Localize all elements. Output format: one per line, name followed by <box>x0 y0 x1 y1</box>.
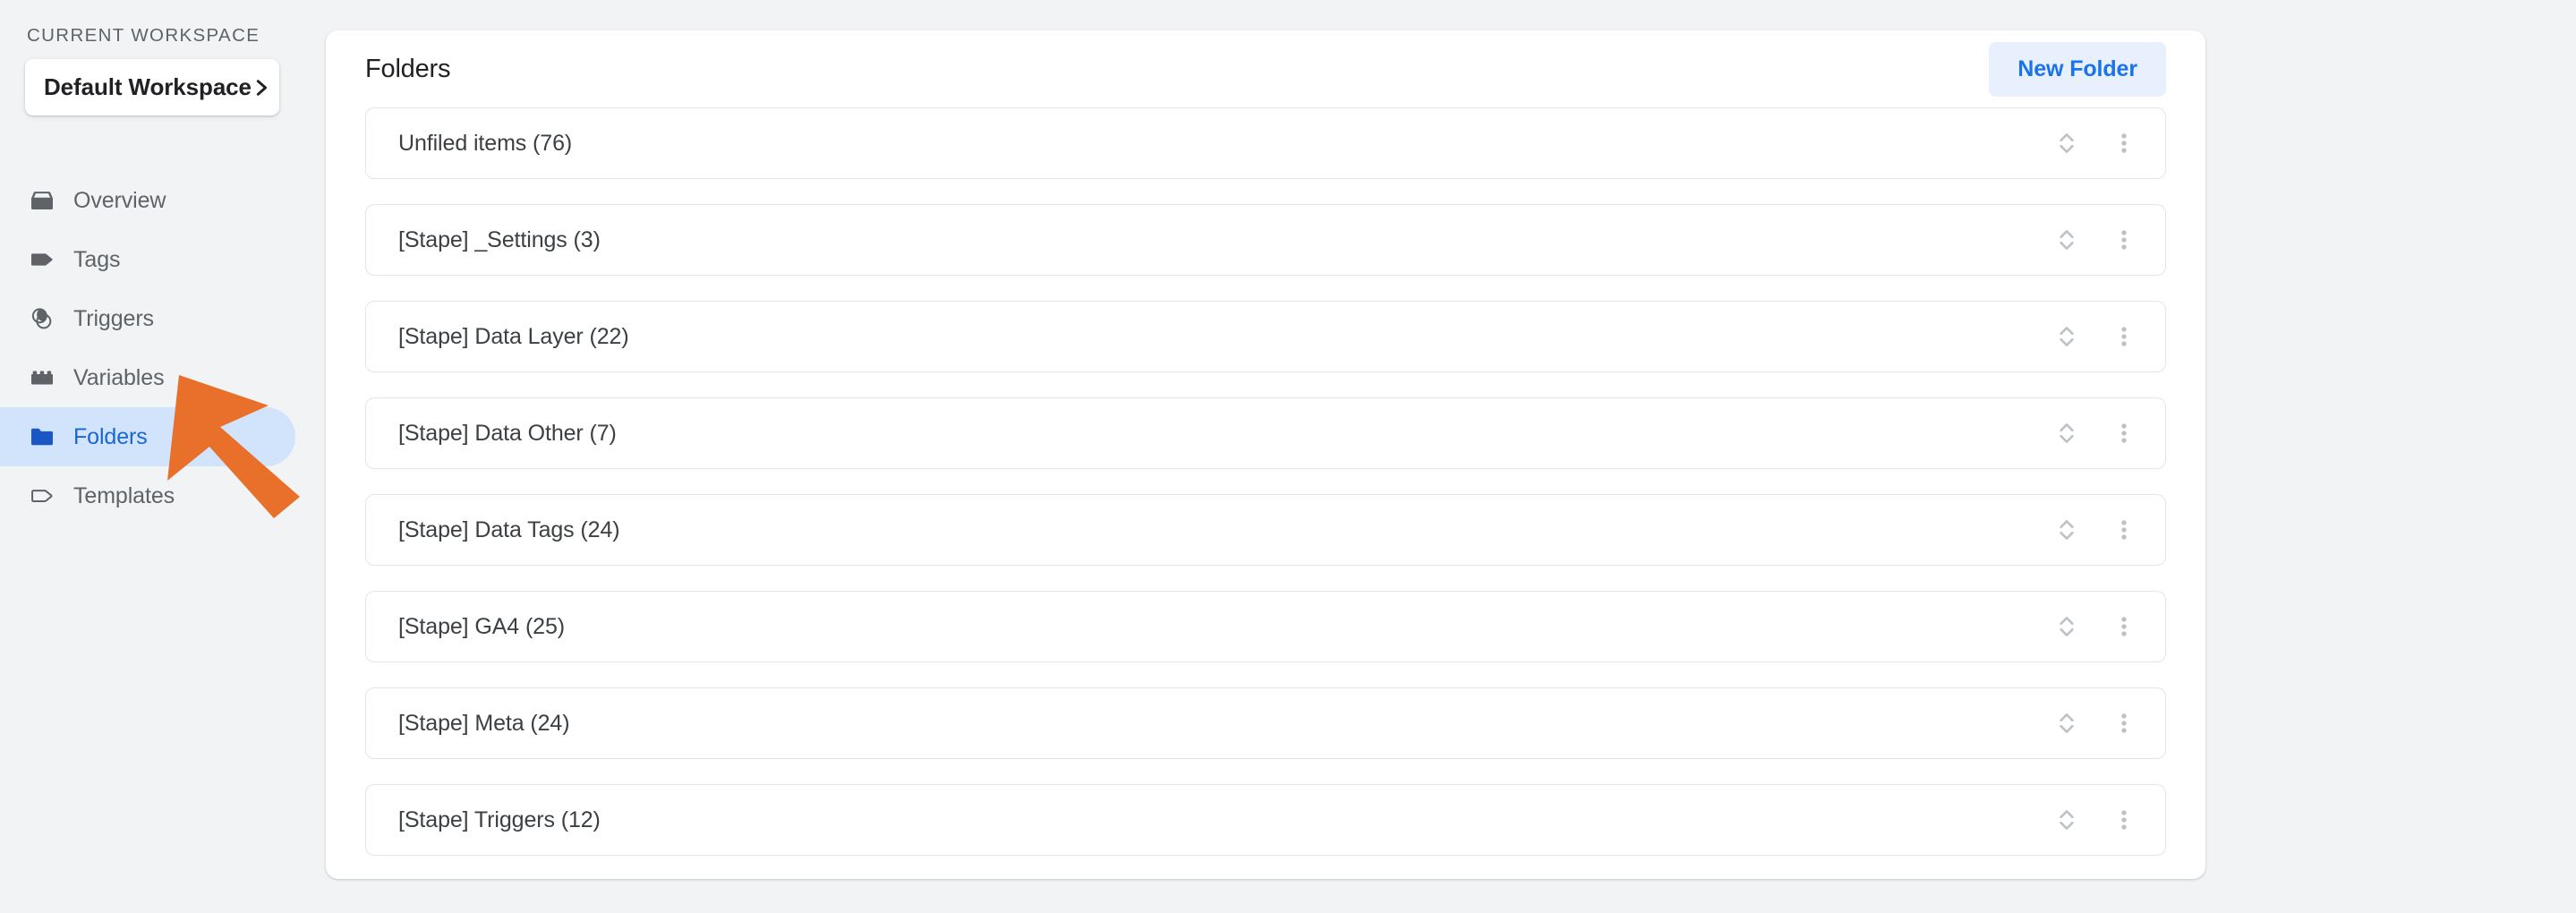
sort-up-down-icon[interactable] <box>2049 802 2085 838</box>
folder-row-actions <box>2049 802 2142 838</box>
folder-row[interactable]: [Stape] GA4 (25) <box>365 591 2166 662</box>
folder-row[interactable]: [Stape] Meta (24) <box>365 687 2166 759</box>
sort-up-down-icon[interactable] <box>2049 222 2085 258</box>
folder-row[interactable]: [Stape] Data Tags (24) <box>365 494 2166 566</box>
sort-up-down-icon[interactable] <box>2049 609 2085 644</box>
workspace-selector[interactable]: Default Workspace <box>25 59 279 115</box>
sidebar-item-triggers[interactable]: Triggers <box>0 289 295 348</box>
main-content: Folders New Folder Unfiled items (76) [St… <box>304 0 2576 913</box>
sort-up-down-icon[interactable] <box>2049 705 2085 741</box>
folder-row[interactable]: [Stape] Data Other (7) <box>365 397 2166 469</box>
sidebar-item-tags[interactable]: Tags <box>0 230 295 289</box>
folder-list: Unfiled items (76) [Stape] _Settings (3) [… <box>365 107 2166 856</box>
folder-row-actions <box>2049 609 2142 644</box>
sidebar-item-templates[interactable]: Templates <box>0 466 295 525</box>
more-vertical-icon[interactable] <box>2106 415 2142 451</box>
folder-row-actions <box>2049 319 2142 354</box>
tag-filled-icon <box>27 244 57 275</box>
folder-row-actions <box>2049 222 2142 258</box>
more-vertical-icon[interactable] <box>2106 319 2142 354</box>
more-vertical-icon[interactable] <box>2106 705 2142 741</box>
folder-row[interactable]: Unfiled items (76) <box>365 107 2166 179</box>
folder-name: Unfiled items (76) <box>398 130 573 156</box>
folder-name: [Stape] Triggers (12) <box>398 806 601 832</box>
folder-row[interactable]: [Stape] Data Layer (22) <box>365 301 2166 372</box>
new-folder-button[interactable]: New Folder <box>1989 41 2166 97</box>
folder-name: [Stape] _Settings (3) <box>398 226 601 252</box>
folder-row[interactable]: [Stape] Triggers (12) <box>365 784 2166 856</box>
variables-brick-icon <box>27 363 57 393</box>
folder-name: [Stape] Data Tags (24) <box>398 516 620 542</box>
sidebar-item-label: Variables <box>73 364 165 390</box>
more-vertical-icon[interactable] <box>2106 609 2142 644</box>
more-vertical-icon[interactable] <box>2106 125 2142 161</box>
folder-name: [Stape] Meta (24) <box>398 710 570 736</box>
sidebar-item-label: Overview <box>73 187 166 213</box>
folder-name: [Stape] GA4 (25) <box>398 613 565 639</box>
sidebar-nav: Overview Tags Triggers Variables Folders… <box>0 171 304 525</box>
folders-card-header: Folders New Folder <box>365 30 2166 107</box>
folder-row-actions <box>2049 415 2142 451</box>
more-vertical-icon[interactable] <box>2106 222 2142 258</box>
template-tag-outline-icon <box>27 481 57 511</box>
sort-up-down-icon[interactable] <box>2049 415 2085 451</box>
sidebar-item-label: Folders <box>73 423 148 449</box>
folder-row-actions <box>2049 705 2142 741</box>
more-vertical-icon[interactable] <box>2106 512 2142 548</box>
sort-up-down-icon[interactable] <box>2049 512 2085 548</box>
workspace-name: Default Workspace <box>44 73 252 100</box>
folder-name: [Stape] Data Layer (22) <box>398 323 629 349</box>
chevron-right-icon <box>252 78 271 98</box>
sidebar-item-label: Tags <box>73 246 121 272</box>
page-title: Folders <box>365 54 451 83</box>
sidebar-item-label: Triggers <box>73 305 154 331</box>
overview-box-icon <box>27 185 57 216</box>
sort-up-down-icon[interactable] <box>2049 125 2085 161</box>
folder-filled-icon <box>27 422 57 452</box>
triggers-circles-icon <box>27 303 57 334</box>
folder-name: [Stape] Data Other (7) <box>398 420 617 446</box>
sidebar: CURRENT WORKSPACE Default Workspace Over… <box>0 0 304 913</box>
sidebar-item-variables[interactable]: Variables <box>0 348 295 407</box>
more-vertical-icon[interactable] <box>2106 802 2142 838</box>
sidebar-item-overview[interactable]: Overview <box>0 171 295 230</box>
folder-row-actions <box>2049 512 2142 548</box>
folders-card: Folders New Folder Unfiled items (76) [St… <box>326 30 2205 879</box>
folder-row-actions <box>2049 125 2142 161</box>
sort-up-down-icon[interactable] <box>2049 319 2085 354</box>
sidebar-item-folders[interactable]: Folders <box>0 407 295 466</box>
folder-row[interactable]: [Stape] _Settings (3) <box>365 204 2166 276</box>
sidebar-item-label: Templates <box>73 482 175 508</box>
current-workspace-label: CURRENT WORKSPACE <box>27 25 260 46</box>
folders-page: CURRENT WORKSPACE Default Workspace Over… <box>0 0 2576 913</box>
